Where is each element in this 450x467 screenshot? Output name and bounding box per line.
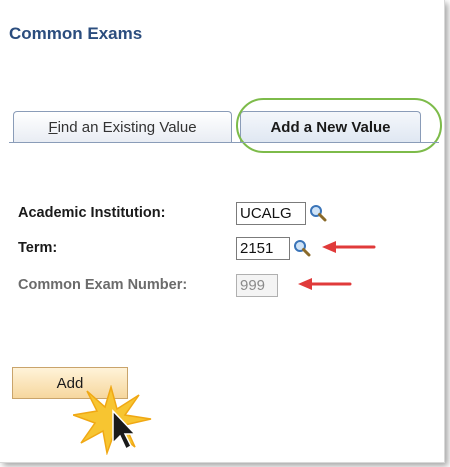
institution-lookup-icon[interactable]: [309, 204, 327, 222]
common-exam-number-field[interactable]: [236, 274, 278, 297]
term-lookup-icon[interactable]: [293, 239, 311, 257]
term-field[interactable]: [236, 237, 290, 260]
page-title: Common Exams: [9, 24, 143, 43]
academic-institution-field[interactable]: [236, 202, 306, 225]
term-label: Term:: [18, 240, 58, 256]
academic-institution-label: Academic Institution:: [18, 205, 166, 221]
tab-find-label: ind an Existing Value: [57, 119, 197, 136]
common-exam-number-label: Common Exam Number:: [18, 277, 188, 293]
click-cursor-icon: [73, 385, 152, 455]
term-arrow-annotation: [322, 241, 376, 253]
page-frame: Common Exams Find an Existing Value Add …: [0, 0, 445, 463]
tab-find-existing-value[interactable]: Find an Existing Value: [13, 111, 232, 143]
tab-divider: [9, 142, 439, 143]
tab-highlight-annotation: [236, 98, 442, 153]
exam-number-arrow-annotation: [298, 278, 352, 290]
tab-find-accesskey: F: [48, 119, 58, 136]
